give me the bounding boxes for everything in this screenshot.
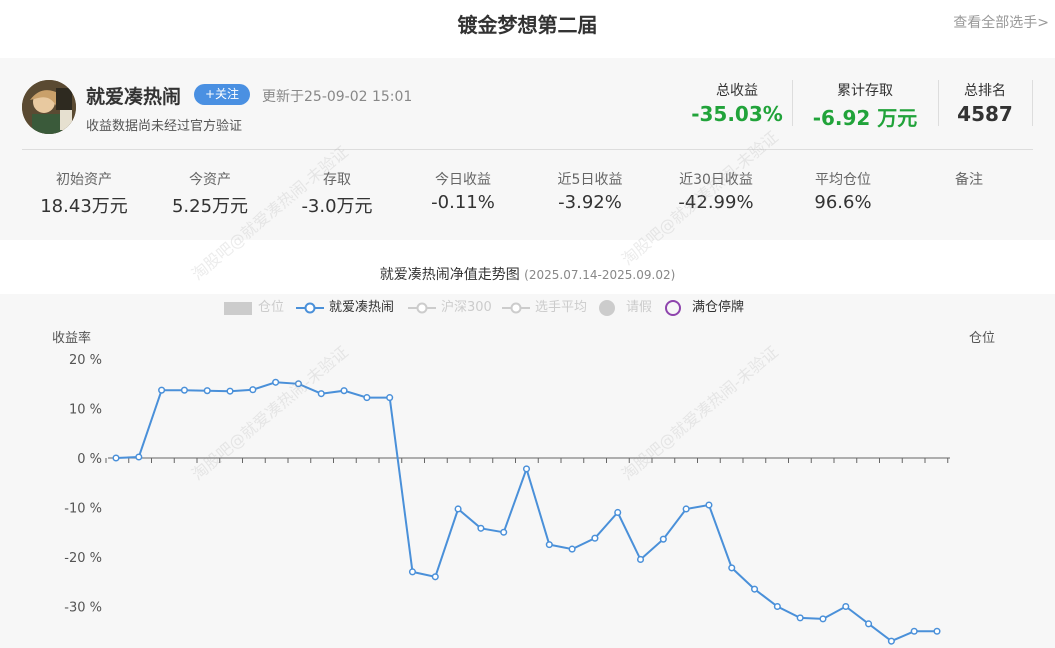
- remarks-stat: 备注: [904, 169, 1034, 192]
- data-point: [363, 394, 371, 402]
- chart-title-text: 就爱凑热闹净值走势图: [379, 267, 520, 283]
- avatar[interactable]: [22, 80, 76, 134]
- y-tick-label: 20 %: [69, 353, 102, 368]
- data-point: [500, 528, 508, 536]
- data-point: [135, 453, 143, 461]
- y-tick-label: 0 %: [77, 452, 102, 467]
- transfer-value: -3.0万元: [301, 196, 373, 217]
- current-assets-stat: 今资产 5.25万元: [145, 169, 275, 218]
- total-return-stat: 总收益 -35.03%: [682, 80, 792, 126]
- y-tick-label: 10 %: [69, 403, 102, 418]
- data-point: [591, 534, 599, 542]
- data-point: [728, 564, 736, 572]
- initial-assets-value: 18.43万元: [40, 196, 128, 217]
- verification-note: 收益数据尚未经过官方验证: [86, 119, 243, 134]
- stat-divider: [1032, 80, 1033, 126]
- data-point: [865, 620, 873, 628]
- data-point: [386, 394, 394, 402]
- data-point: [705, 501, 713, 509]
- data-point: [796, 614, 804, 622]
- remarks-label: 备注: [955, 172, 983, 188]
- series-line-player: [115, 381, 937, 643]
- chart-date-range: (2025.07.14-2025.09.02): [524, 268, 676, 282]
- five-day-return-label: 近5日收益: [557, 172, 623, 188]
- data-point: [477, 524, 485, 532]
- today-return-value: -0.11%: [431, 192, 495, 213]
- data-point: [226, 387, 234, 395]
- five-day-return-stat: 近5日收益 -3.92%: [525, 169, 655, 213]
- initial-assets-stat: 初始资产 18.43万元: [19, 169, 149, 218]
- page-header: 镀金梦想第二届 查看全部选手>: [0, 0, 1055, 48]
- profile-card: 就爱凑热闹 +关注 更新于25-09-02 15:01 收益数据尚未经过官方验证…: [0, 58, 1055, 240]
- data-point: [340, 387, 348, 395]
- line-chart: 20 % 10 % 0 % -10 % -20 % -30 %: [64, 353, 950, 645]
- data-point: [887, 637, 895, 645]
- y-tick-label: -30 %: [64, 601, 102, 616]
- data-point: [682, 505, 690, 513]
- today-return-label: 今日收益: [435, 172, 491, 188]
- data-point: [158, 386, 166, 394]
- data-point: [910, 627, 918, 635]
- chart-title: 就爱凑热闹净值走势图 (2025.07.14-2025.09.02): [0, 264, 1055, 284]
- data-point: [819, 615, 827, 623]
- transfer-label: 存取: [323, 172, 351, 188]
- chart-area: 仓位 就爱凑热闹 沪深300 选手平均 请假 满仓停牌 收益率 仓位 20 % …: [0, 294, 1055, 648]
- data-point: [636, 555, 645, 564]
- y-tick-label: -10 %: [64, 502, 102, 517]
- five-day-return-value: -3.92%: [558, 192, 622, 213]
- data-point: [454, 505, 462, 513]
- data-point: [408, 568, 417, 576]
- total-return-label: 总收益: [716, 83, 758, 99]
- data-point: [317, 390, 325, 398]
- total-rank-value: 4587: [957, 102, 1013, 126]
- today-return-stat: 今日收益 -0.11%: [398, 169, 528, 213]
- cumulative-transfer-label: 累计存取: [837, 83, 893, 99]
- data-point: [180, 386, 188, 394]
- data-point: [614, 508, 622, 516]
- view-all-players-link[interactable]: 查看全部选手>: [953, 12, 1049, 32]
- initial-assets-label: 初始资产: [56, 172, 112, 188]
- data-point: [294, 380, 302, 388]
- current-assets-label: 今资产: [189, 172, 231, 188]
- data-point: [522, 465, 531, 473]
- avg-position-value: 96.6%: [814, 192, 872, 213]
- cumulative-transfer-value: -6.92 万元: [812, 106, 918, 130]
- stat-divider: [792, 80, 793, 126]
- update-time: 更新于25-09-02 15:01: [262, 89, 413, 105]
- transfer-stat: 存取 -3.0万元: [272, 169, 402, 218]
- data-point: [431, 573, 439, 581]
- card-divider: [22, 149, 1033, 150]
- data-point: [933, 627, 941, 635]
- data-point: [751, 585, 759, 593]
- avg-position-label: 平均仓位: [815, 172, 871, 188]
- data-point: [842, 602, 850, 611]
- data-point: [545, 541, 553, 549]
- total-rank-label: 总排名: [964, 83, 1006, 99]
- cumulative-transfer-stat: 累计存取 -6.92 万元: [800, 80, 930, 131]
- thirty-day-return-stat: 近30日收益 -42.99%: [651, 169, 781, 213]
- current-assets-value: 5.25万元: [171, 196, 249, 217]
- avg-position-stat: 平均仓位 96.6%: [778, 169, 908, 213]
- data-point: [568, 545, 576, 553]
- data-point: [249, 386, 257, 394]
- data-point: [203, 387, 211, 395]
- data-point: [659, 535, 667, 543]
- data-point: [773, 602, 781, 611]
- player-name[interactable]: 就爱凑热闹: [86, 82, 181, 109]
- stat-divider: [938, 80, 939, 126]
- total-rank-stat: 总排名 4587: [946, 80, 1024, 126]
- page-title: 镀金梦想第二届: [457, 13, 598, 37]
- thirty-day-return-value: -42.99%: [678, 192, 754, 213]
- avatar-image: [22, 80, 76, 134]
- data-point: [112, 454, 120, 462]
- follow-button[interactable]: +关注: [194, 84, 250, 105]
- total-return-value: -35.03%: [691, 102, 783, 126]
- data-point: [272, 378, 280, 386]
- y-tick-label: -20 %: [64, 551, 102, 566]
- thirty-day-return-label: 近30日收益: [679, 172, 753, 188]
